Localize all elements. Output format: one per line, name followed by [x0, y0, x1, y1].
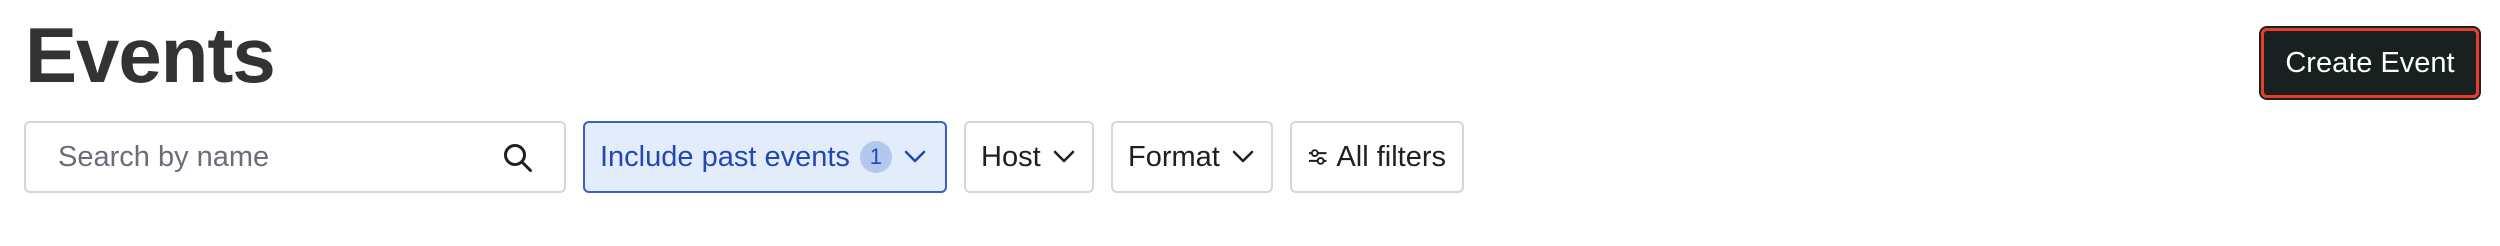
filter-toolbar: Include past events 1 Host Format	[24, 121, 1464, 195]
host-filter[interactable]: Host	[964, 121, 1094, 193]
chevron-down-icon	[1232, 150, 1254, 163]
include-past-events-filter[interactable]: Include past events 1	[583, 121, 947, 193]
chevron-down-icon	[1053, 150, 1074, 163]
all-filters-button[interactable]: All filters	[1290, 121, 1464, 193]
format-filter-label: Format	[1128, 140, 1220, 173]
search-icon[interactable]	[502, 142, 534, 174]
events-page: Events Create Event Include past events …	[0, 0, 2500, 246]
format-filter[interactable]: Format	[1111, 121, 1273, 193]
page-title: Events	[25, 11, 276, 99]
host-filter-label: Host	[981, 140, 1041, 173]
chevron-down-icon	[904, 150, 926, 163]
include-past-events-label: Include past events	[600, 140, 850, 173]
search-box	[24, 121, 566, 193]
create-event-button[interactable]: Create Event	[2259, 26, 2481, 100]
search-input[interactable]	[28, 125, 508, 189]
all-filters-label: All filters	[1336, 140, 1446, 173]
sliders-icon	[1308, 149, 1327, 165]
include-past-events-count-badge: 1	[859, 141, 892, 173]
